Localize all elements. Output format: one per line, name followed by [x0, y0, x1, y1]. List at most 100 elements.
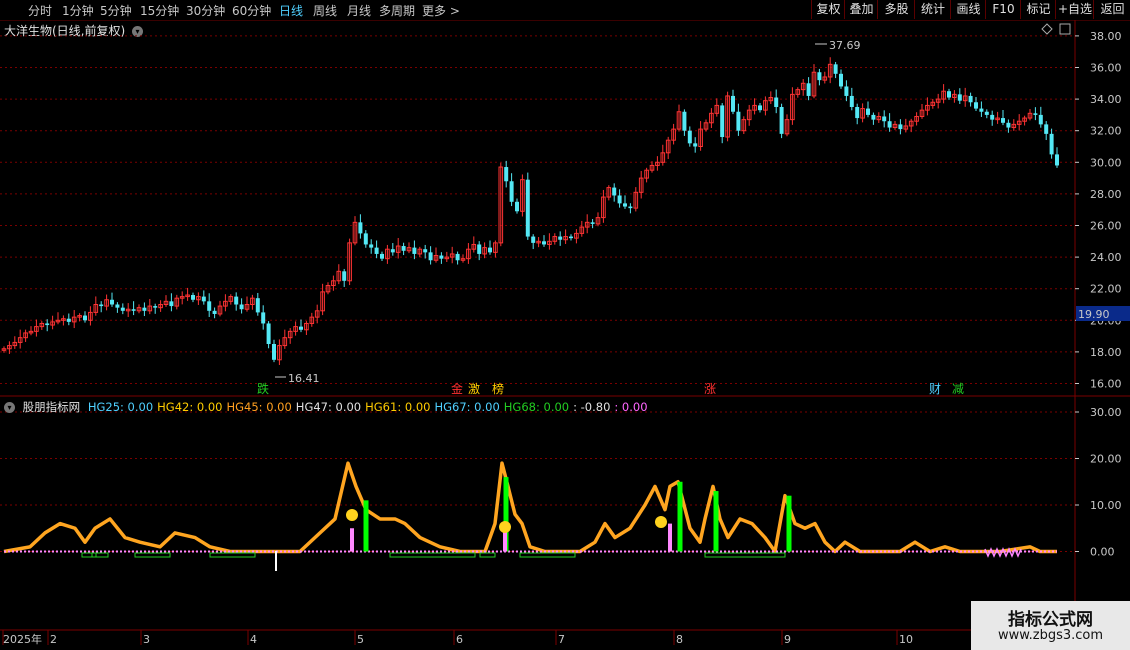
candle-body [871, 114, 876, 120]
price-tick-label: 36.00 [1090, 62, 1122, 75]
price-tick-label: 34.00 [1090, 93, 1122, 106]
candle-body [212, 310, 217, 314]
indicator-values: HG25: 0.00 HG42: 0.00 HG45: 0.00 HG47: 0.00… [88, 400, 652, 414]
time-axis-label: 8 [676, 633, 683, 646]
signal-box-strip [389, 552, 476, 558]
indicator-value-1: HG42: 0.00 [157, 400, 223, 414]
candle-body [428, 252, 433, 261]
indicator-value-0: HG25: 0.00 [87, 400, 154, 414]
candle-body [974, 102, 978, 109]
candle-body [380, 253, 384, 259]
current-price-label: 19.90 [1078, 308, 1110, 321]
indicator-tick-label: 20.00 [1090, 453, 1122, 466]
candle-body [299, 326, 303, 330]
candle-body [120, 307, 125, 311]
candle-body [477, 244, 482, 254]
candle-body [525, 179, 530, 237]
chevron-down-icon[interactable]: ▾ [4, 402, 15, 413]
candle-body [423, 249, 428, 253]
candle-body [272, 344, 276, 360]
indicator-green-bar [363, 500, 369, 552]
candle-body [887, 121, 892, 128]
indicator-line-hg42 [3, 461, 1057, 554]
time-axis-label: 4 [250, 633, 257, 646]
candle-body [358, 222, 363, 234]
candle-body [515, 201, 519, 212]
candle-body [142, 307, 147, 311]
low-price-label: 16.41 [288, 372, 320, 385]
event-marker: 跌 [257, 381, 269, 396]
event-marker: 减 [952, 382, 964, 396]
time-axis-label: 10 [899, 633, 913, 646]
candle-body [806, 83, 811, 96]
indicator-value-3: HG47: 0.00 [295, 400, 362, 414]
chart-canvas[interactable]: 38.0036.0034.0032.0030.0028.0026.0024.00… [0, 0, 1130, 650]
indicator-value-2: HG45: 0.00 [226, 400, 292, 414]
candle-body [153, 306, 158, 308]
candle-body [439, 255, 444, 259]
candle-body [693, 143, 698, 147]
candle-body [261, 312, 266, 324]
candle-body [947, 91, 951, 98]
indicator-name: 股朋指标网 [22, 400, 81, 414]
event-marker: 涨 [704, 381, 716, 396]
candle-body [110, 299, 114, 305]
indicator-pink-bar [350, 528, 354, 552]
candle-body [990, 114, 995, 120]
candle-body [1049, 133, 1054, 155]
candle-body [542, 241, 546, 245]
candle-body [623, 203, 627, 207]
indicator-tick-label: 0.00 [1090, 546, 1115, 559]
price-tick-label: 18.00 [1090, 346, 1122, 359]
signal-box-strip [479, 552, 496, 558]
smiley-icon [655, 516, 667, 528]
time-axis-label: 7 [558, 633, 565, 646]
candle-body [855, 107, 860, 119]
event-marker: 金 [451, 381, 463, 396]
candle-body [731, 95, 735, 112]
candle-body [569, 236, 573, 239]
candle-body [115, 304, 120, 308]
candle-body [1038, 114, 1043, 125]
candle-body [839, 73, 843, 87]
candle-body [1001, 118, 1005, 123]
candle-body [509, 181, 514, 202]
price-tick-label: 32.00 [1090, 125, 1122, 138]
candle-body [412, 247, 417, 254]
signal-box-strip [209, 552, 256, 558]
signal-box-strip [704, 552, 786, 558]
candle-body [266, 323, 271, 344]
price-tick-label: 22.00 [1090, 283, 1122, 296]
candle-body [191, 295, 195, 300]
candle-body [1055, 154, 1059, 166]
price-tick-label: 26.00 [1090, 220, 1122, 233]
indicator-value-8: : 0.00 [614, 400, 648, 414]
time-axis-label: 2 [50, 633, 57, 646]
signal-box-strip [81, 552, 97, 558]
price-tick-label: 38.00 [1090, 30, 1122, 43]
candle-body [83, 315, 87, 321]
time-axis-label: 5 [357, 633, 364, 646]
smiley-icon [499, 521, 511, 533]
event-marker: 激 [468, 382, 480, 396]
watermark-url: www.zbgs3.com [997, 628, 1104, 643]
signal-box-strip [519, 552, 576, 558]
indicator-header: ▾ 股朋指标网 HG25: 0.00 HG42: 0.00 HG45: 0.00 HG… [4, 399, 656, 415]
candle-body [849, 95, 854, 107]
indicator-value-6: HG68: 0.00 [503, 400, 570, 414]
candle-body [455, 253, 460, 261]
candle-body [1033, 113, 1038, 115]
window-layout-icon [1059, 23, 1071, 35]
candle-body [363, 233, 368, 245]
candle-body [779, 107, 784, 134]
candle-body [774, 97, 779, 107]
high-price-label: 37.69 [829, 39, 861, 52]
candle-body [866, 108, 870, 115]
watermark-logo: 指标公式网 www.zbgs3.com [971, 601, 1130, 650]
indicator-tick-label: 10.00 [1090, 499, 1122, 512]
candle-body [590, 222, 595, 224]
price-tick-label: 16.00 [1090, 378, 1122, 391]
candle-body [984, 111, 989, 115]
event-marker: 榜 [492, 381, 504, 396]
diamond-icon [1041, 23, 1053, 35]
